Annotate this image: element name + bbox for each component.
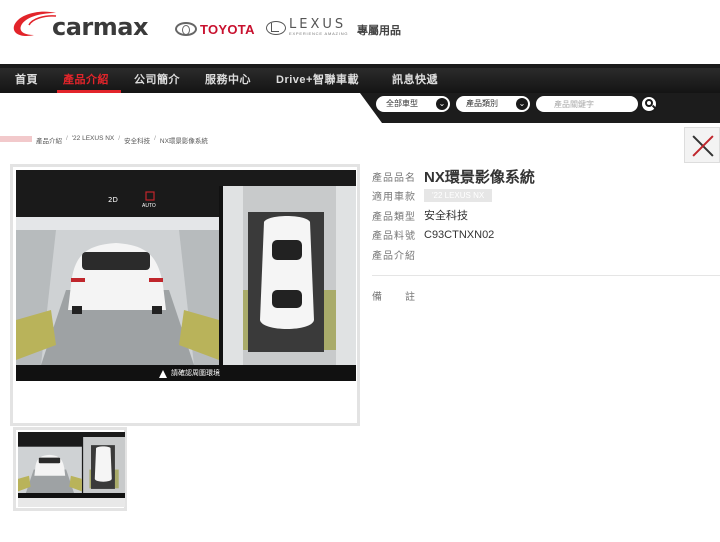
product-name: NX環景影像系統 xyxy=(424,169,535,186)
vehicle-select[interactable]: 全部車型 ⌄ xyxy=(376,96,450,112)
product-part-number: C93CTNXN02 xyxy=(424,228,495,241)
nav-item-about[interactable]: 公司簡介 xyxy=(134,68,180,93)
main-nav: 首頁 產品介紹 公司簡介 服務中心 Drive+智聯車載 訊息快遞 xyxy=(0,64,720,93)
lexus-tagline: EXPERIENCE AMAZING xyxy=(289,31,349,36)
product-type-label: 產品類型 xyxy=(372,211,416,223)
product-intro-row: 產品介紹 xyxy=(372,247,424,262)
chevron-down-icon: ⌄ xyxy=(516,98,528,110)
breadcrumb-current: NX環景影像系統 xyxy=(159,138,208,145)
lexus-wordmark: LEXUS xyxy=(289,17,347,32)
breadcrumb-separator: / xyxy=(118,135,121,142)
breadcrumb-separator: / xyxy=(154,135,156,142)
warning-message: 請確認周圍環境 xyxy=(171,370,220,377)
carmax-logo[interactable]: carmax xyxy=(12,4,172,44)
category-select[interactable]: 產品類別 ⌄ xyxy=(456,96,530,112)
toyota-logo[interactable]: TOYOTA xyxy=(175,19,255,39)
lexus-emblem-icon xyxy=(266,20,286,35)
lexus-logo[interactable]: LEXUS EXPERIENCE AMAZING xyxy=(266,18,348,37)
surround-view-illustration: 2D xyxy=(16,170,356,381)
vehicle-select-value: 全部車型 xyxy=(386,99,418,108)
product-main-image[interactable]: 2D AUTO 請確認周圍環境 xyxy=(10,164,360,426)
nav-item-service[interactable]: 服務中心 xyxy=(205,68,251,93)
breadcrumb: 產品介紹 / '22 LEXUS NX / 安全科技 / NX環景影像系統 xyxy=(36,135,208,145)
breadcrumb-accent-bar xyxy=(0,136,32,142)
product-type-row: 產品類型 安全科技 xyxy=(372,207,468,223)
breadcrumb-separator: / xyxy=(66,135,68,142)
camera-display-image: 2D AUTO 請確認周圍環境 xyxy=(16,170,356,381)
breadcrumb-link[interactable]: '22 LEXUS NX xyxy=(72,135,114,145)
nav-active-indicator xyxy=(57,90,121,93)
thumbnail-illustration xyxy=(18,432,125,498)
product-part-row: 產品料號 C93CTNXN02 xyxy=(372,227,495,243)
view-2d-icon: 2D xyxy=(108,196,118,204)
site-header: carmax TOYOTA LEXUS EXPERIENCE AMAZING 專… xyxy=(0,0,720,62)
auto-mode-badge: AUTO xyxy=(142,203,156,209)
nav-item-home[interactable]: 首頁 xyxy=(15,68,38,93)
product-model-label: 適用車款 xyxy=(372,192,416,203)
breadcrumb-link[interactable]: 產品介紹 xyxy=(36,135,62,145)
product-thumbnail[interactable] xyxy=(13,427,127,511)
search-icon-handle xyxy=(651,104,657,110)
search-toolbar: 全部車型 ⌄ 產品類別 ⌄ xyxy=(360,93,720,123)
nav-item-news[interactable]: 訊息快遞 xyxy=(392,68,438,93)
close-button[interactable] xyxy=(684,127,720,163)
header-tagline: 專屬用品 xyxy=(357,25,401,37)
product-part-label: 產品料號 xyxy=(372,231,416,242)
nav-item-drive-plus[interactable]: Drive+智聯車載 xyxy=(276,68,359,93)
product-name-label: 產品品名 xyxy=(372,173,416,184)
product-type: 安全科技 xyxy=(424,210,468,222)
thumbnail-image xyxy=(18,432,125,498)
product-intro-label: 產品介紹 xyxy=(372,251,416,262)
chevron-down-icon: ⌄ xyxy=(436,98,448,110)
product-note-row: 備 註 xyxy=(372,288,424,303)
info-divider xyxy=(372,275,720,276)
toyota-emblem-icon xyxy=(175,22,197,36)
category-select-value: 產品類別 xyxy=(466,99,498,108)
keyword-search-input[interactable] xyxy=(536,96,638,112)
product-name-row: 產品品名 NX環景影像系統 xyxy=(372,166,535,187)
product-model-badge: '22 LEXUS NX xyxy=(424,189,493,202)
breadcrumb-link[interactable]: 安全科技 xyxy=(124,135,150,145)
product-model-row: 適用車款 '22 LEXUS NX xyxy=(372,188,493,203)
carmax-wordmark: carmax xyxy=(52,13,148,41)
product-note-label: 備 註 xyxy=(372,292,416,303)
image-caption-area xyxy=(16,381,356,421)
toyota-wordmark: TOYOTA xyxy=(200,21,255,37)
search-button[interactable] xyxy=(640,95,658,113)
thumbnail-caption xyxy=(18,498,125,507)
